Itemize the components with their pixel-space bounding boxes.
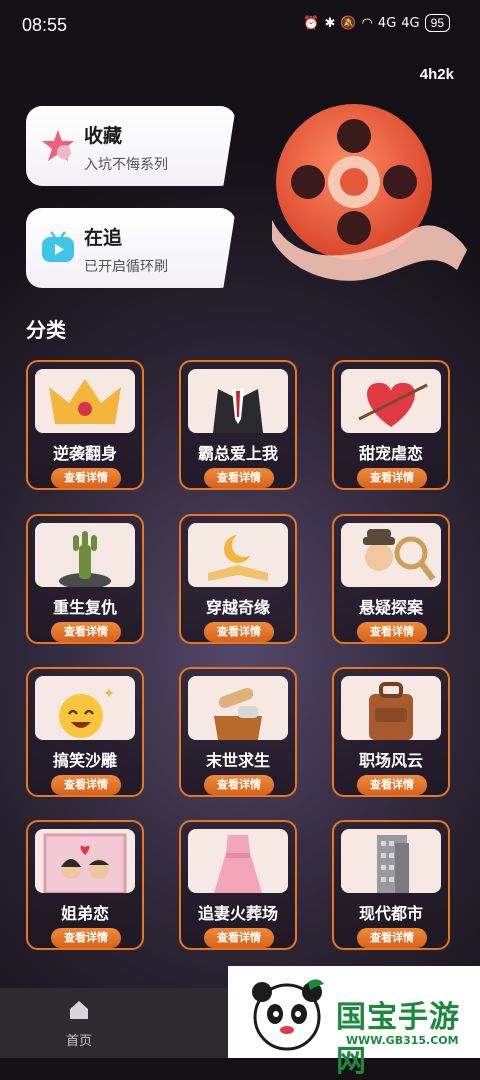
- view-details-button[interactable]: 查看详情: [51, 622, 121, 642]
- category-name: 末世求生: [205, 751, 270, 770]
- home-icon[interactable]: [68, 1000, 90, 1020]
- category-name: 追妻火葬场: [197, 904, 278, 923]
- view-details-button[interactable]: 查看详情: [357, 928, 427, 948]
- view-details-button[interactable]: 查看详情: [204, 468, 274, 488]
- signal-label-b: 4G: [401, 15, 420, 31]
- category-name: 职场风云: [358, 751, 423, 770]
- category-card[interactable]: 现代都市 查看详情: [332, 820, 450, 950]
- network-speed: 4h2k: [419, 66, 454, 83]
- view-details-button[interactable]: 查看详情: [204, 775, 274, 795]
- briefcase-icon: [341, 676, 441, 740]
- alarm-icon: ⏰: [303, 15, 320, 31]
- signal-label-a: 4G: [377, 15, 397, 31]
- category-name: 姐弟恋: [60, 904, 109, 923]
- tv-icon: [42, 231, 74, 262]
- building-icon: [341, 829, 441, 893]
- view-details-button[interactable]: 查看详情: [357, 622, 427, 642]
- dress-icon: [188, 829, 288, 893]
- category-card[interactable]: 姐弟恋 查看详情: [26, 820, 144, 950]
- category-name: 搞笑沙雕: [52, 751, 117, 770]
- category-card[interactable]: 末世求生 查看详情: [179, 667, 297, 797]
- survival-icon: [188, 676, 288, 740]
- view-details-button[interactable]: 查看详情: [204, 622, 274, 642]
- view-details-button[interactable]: 查看详情: [51, 468, 121, 488]
- mute-icon: 🔕: [340, 15, 357, 31]
- following-subtitle: 已开启循环刷: [84, 259, 168, 275]
- panda-logo-icon: [252, 979, 324, 1051]
- view-details-button[interactable]: 查看详情: [357, 468, 427, 488]
- view-details-button[interactable]: 查看详情: [357, 775, 427, 795]
- favorites-card[interactable]: 收藏 入坑不悔系列: [26, 106, 236, 186]
- category-card[interactable]: 甜宠虐恋 查看详情: [332, 360, 450, 490]
- view-details-button[interactable]: 查看详情: [204, 928, 274, 948]
- laughing-face-icon: ✦: [35, 676, 135, 740]
- category-name: 甜宠虐恋: [358, 444, 423, 463]
- category-name: 悬疑探案: [358, 598, 423, 617]
- category-card[interactable]: 职场风云 查看详情: [332, 667, 450, 797]
- category-card[interactable]: 悬疑探案 查看详情: [332, 514, 450, 644]
- category-card[interactable]: 追妻火葬场 查看详情: [179, 820, 297, 950]
- following-title: 在追: [84, 227, 123, 249]
- zombie-hand-icon: [35, 523, 135, 587]
- status-icons: ⏰ ✱ 🔕 ◠ 4G 4G 95: [303, 14, 450, 32]
- favorites-title: 收藏: [84, 125, 123, 147]
- view-details-button[interactable]: 查看详情: [51, 928, 121, 948]
- category-card[interactable]: 重生复仇 查看详情: [26, 514, 144, 644]
- couple-icon: [35, 829, 135, 893]
- wifi-icon: ◠: [361, 15, 373, 31]
- status-bar: 08:55 ⏰ ✱ 🔕 ◠ 4G 4G 95: [0, 0, 480, 50]
- section-title: 分类: [26, 318, 66, 342]
- heart-arrow-icon: [341, 369, 441, 433]
- category-name: 重生复仇: [52, 598, 117, 617]
- film-reel-icon: [272, 104, 467, 281]
- moon-book-icon: [188, 523, 288, 587]
- detective-icon: [341, 523, 441, 587]
- nav-home-label[interactable]: 首页: [66, 1030, 92, 1049]
- view-details-button[interactable]: 查看详情: [51, 775, 121, 795]
- following-card[interactable]: 在追 已开启循环刷: [26, 208, 236, 288]
- status-time: 08:55: [22, 15, 68, 35]
- watermark-url: WWW.GB315.COM: [346, 1034, 459, 1047]
- bluetooth-icon: ✱: [324, 15, 336, 31]
- category-card[interactable]: 霸总爱上我 查看详情: [179, 360, 297, 490]
- svg-text:✦: ✦: [103, 686, 115, 702]
- category-name: 逆袭翻身: [52, 444, 117, 463]
- category-card[interactable]: ✦ 搞笑沙雕 查看详情: [26, 667, 144, 797]
- battery-indicator: 95: [424, 14, 450, 32]
- category-name: 霸总爱上我: [197, 444, 278, 463]
- star-icon: [42, 130, 74, 161]
- suit-icon: [188, 369, 288, 433]
- category-name: 现代都市: [358, 904, 423, 923]
- category-card[interactable]: 穿越奇缘 查看详情: [179, 514, 297, 644]
- crown-icon: [35, 369, 135, 433]
- category-card[interactable]: 逆袭翻身 查看详情: [26, 360, 144, 490]
- favorites-subtitle: 入坑不悔系列: [84, 157, 168, 173]
- category-name: 穿越奇缘: [205, 598, 270, 617]
